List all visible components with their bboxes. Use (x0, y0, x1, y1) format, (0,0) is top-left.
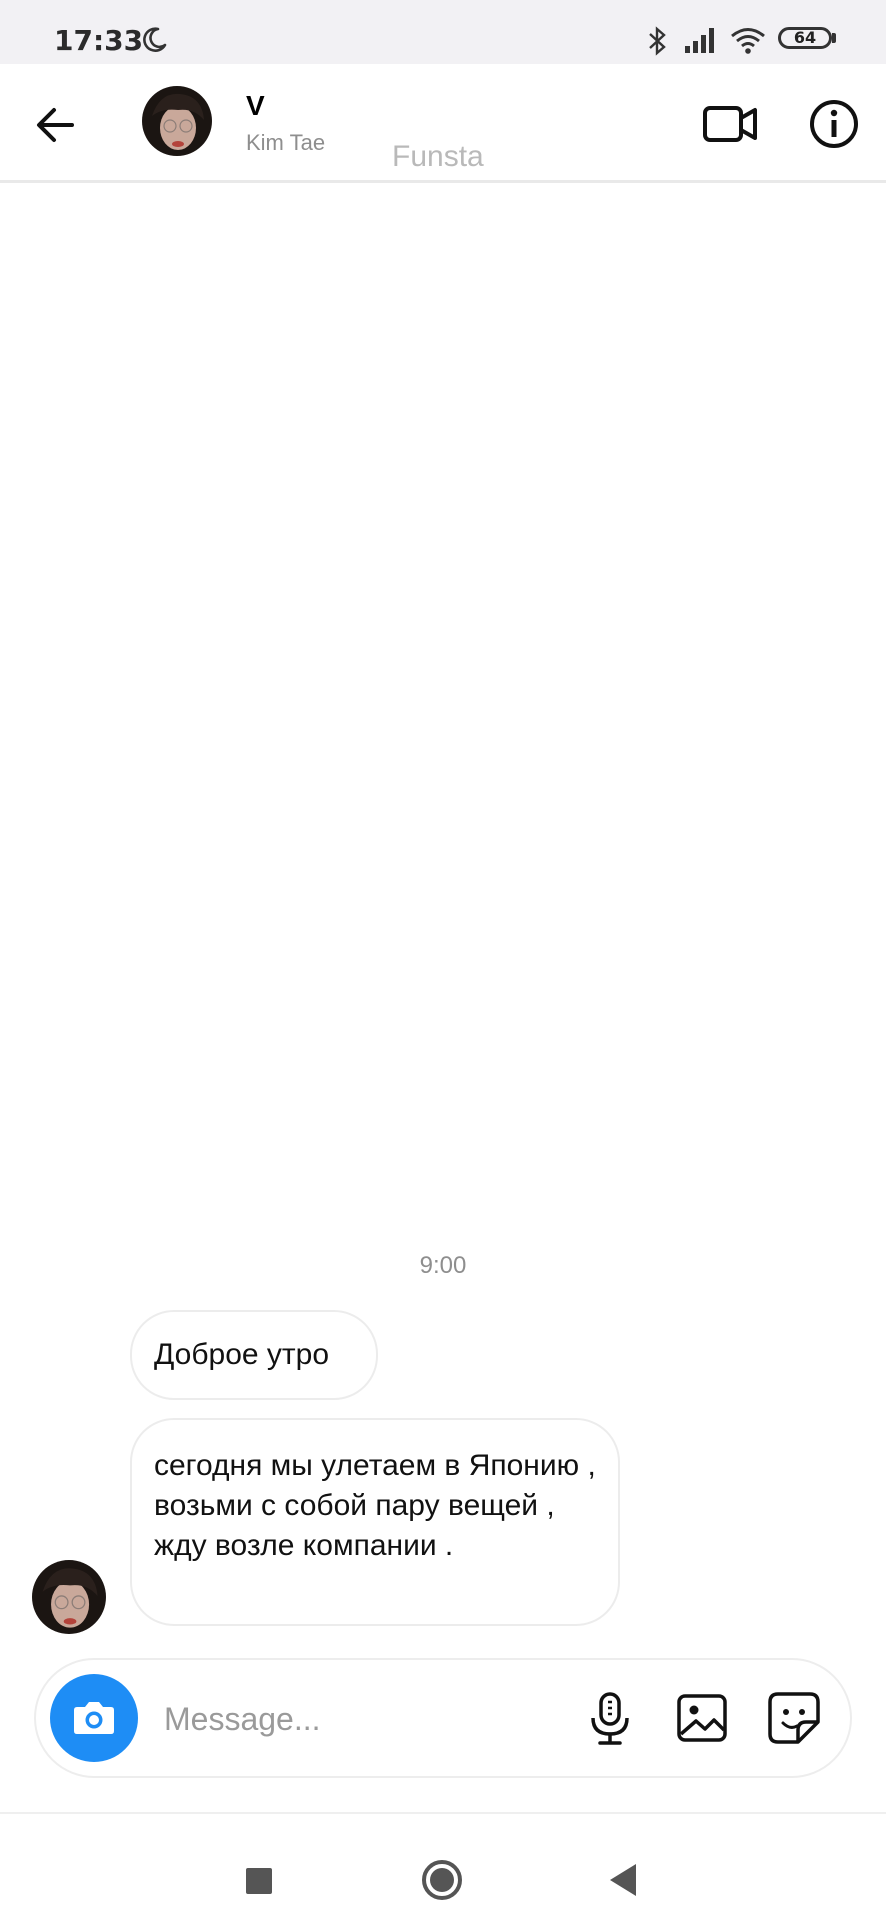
back-triangle-icon[interactable] (606, 1858, 642, 1902)
contact-name[interactable]: V (246, 90, 265, 122)
video-call-icon[interactable] (700, 94, 760, 154)
battery-icon: 64 (778, 27, 832, 49)
status-time: 17:33 (54, 24, 144, 57)
avatar-image (32, 1560, 106, 1634)
camera-icon (74, 1702, 114, 1734)
battery-level: 64 (793, 28, 817, 47)
system-nav-bar (0, 1812, 886, 1922)
status-bar: 17:33 64 (0, 0, 886, 64)
camera-button[interactable] (50, 1674, 138, 1762)
recents-square-icon[interactable] (246, 1868, 272, 1894)
message-timestamp: 9:00 (419, 1252, 467, 1279)
microphone-icon[interactable] (580, 1688, 640, 1748)
message-bubble[interactable]: сегодня мы улетаем в Японию , возьми с с… (130, 1418, 620, 1626)
gallery-icon[interactable] (672, 1688, 732, 1748)
info-icon[interactable] (804, 94, 864, 154)
message-text: Доброе утро (154, 1338, 330, 1371)
watermark: Funsta (392, 140, 484, 173)
battery-tip (832, 33, 836, 43)
sticker-icon[interactable] (764, 1688, 824, 1748)
signal-icon (685, 28, 714, 53)
avatar[interactable] (142, 86, 212, 156)
home-circle-icon[interactable] (420, 1858, 464, 1902)
bluetooth-icon (649, 26, 666, 56)
message-text: сегодня мы улетаем в Японию , возьми с с… (154, 1449, 596, 1562)
avatar-image (142, 86, 212, 156)
wifi-icon (731, 28, 765, 54)
contact-username[interactable]: Kim Tae (246, 130, 325, 156)
message-input[interactable] (162, 1690, 466, 1748)
moon-icon (143, 27, 167, 52)
back-arrow-icon[interactable] (30, 98, 84, 152)
message-bubble[interactable]: Доброе утро (130, 1310, 378, 1400)
sender-avatar[interactable] (32, 1560, 106, 1634)
message-composer (34, 1658, 852, 1778)
